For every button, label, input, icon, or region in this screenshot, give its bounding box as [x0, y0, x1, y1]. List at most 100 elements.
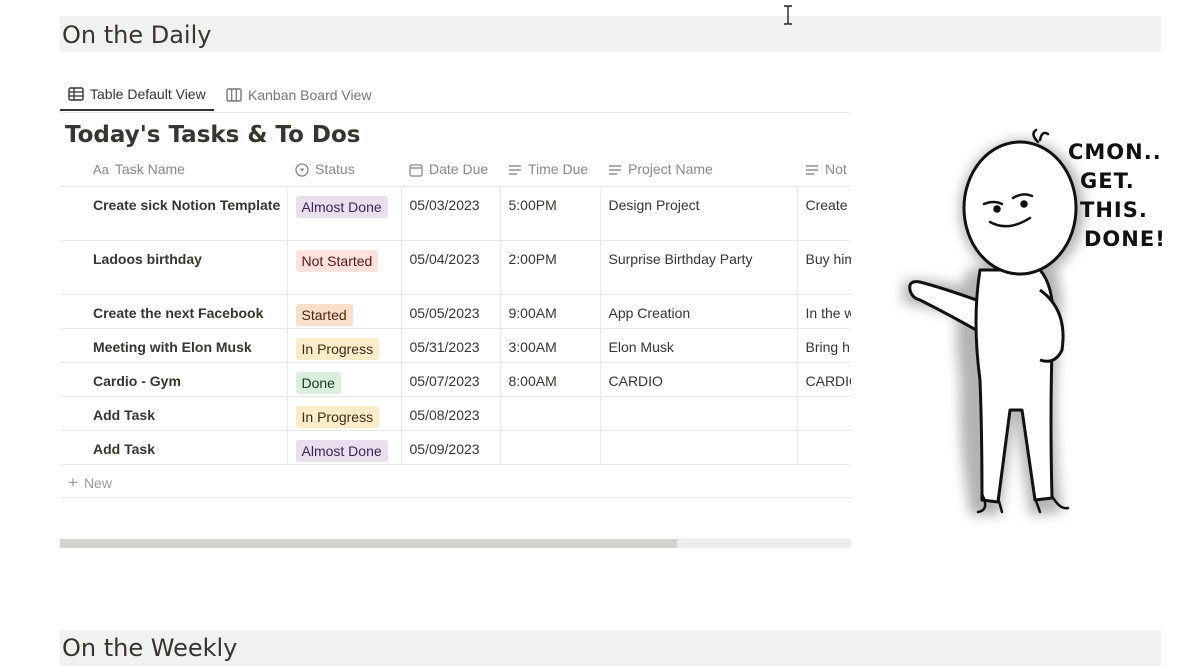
- status-cell[interactable]: Started: [287, 294, 402, 329]
- cell-text: 3:00AM: [508, 339, 557, 355]
- status-badge: Not Started: [295, 250, 379, 272]
- task-name-cell[interactable]: Add Task: [60, 430, 288, 465]
- text-cursor-icon: [784, 5, 792, 25]
- table-row[interactable]: Add Task In Progress 05/08/2023: [60, 396, 851, 431]
- speech-line: DONE!: [1084, 227, 1166, 251]
- cell-text: CARDIO: [608, 373, 663, 389]
- tab-label: Table Default View: [90, 85, 206, 102]
- text-lines-icon: [806, 165, 818, 175]
- board-icon: [226, 87, 242, 102]
- date-due-cell[interactable]: 05/09/2023: [401, 430, 501, 465]
- column-header-notes[interactable]: Not: [797, 152, 851, 187]
- cell-text: 05/04/2023: [409, 251, 480, 267]
- speech-line: THIS.: [1080, 198, 1148, 222]
- task-name-cell[interactable]: Ladoos birthday: [60, 240, 288, 295]
- notes-cell[interactable]: Buy him card: [797, 240, 851, 295]
- cell-text: Design Project: [608, 197, 700, 213]
- date-due-cell[interactable]: 05/07/2023: [401, 362, 501, 397]
- date-due-cell[interactable]: 05/08/2023: [401, 396, 501, 431]
- view-tabs: Table Default View Kanban Board View: [60, 78, 851, 113]
- cell-text: Surprise Birthday Party: [608, 251, 753, 267]
- status-icon: [295, 163, 309, 177]
- cell-text: 8:00AM: [508, 373, 557, 389]
- column-label: Date Due: [429, 160, 489, 177]
- task-name-cell[interactable]: Create sick Notion Template: [60, 186, 288, 241]
- scrollbar-thumb[interactable]: [60, 539, 677, 548]
- notes-cell[interactable]: In the w: [797, 294, 851, 329]
- horizontal-scrollbar[interactable]: [60, 539, 851, 548]
- status-badge: Done: [295, 372, 341, 394]
- time-due-cell[interactable]: 3:00AM: [500, 328, 601, 363]
- task-name-cell[interactable]: Meeting with Elon Musk: [60, 328, 288, 363]
- cell-text: Create a like no: [805, 197, 852, 213]
- speech-text: CMON.. GET. THIS. DONE!: [1068, 138, 1166, 254]
- status-badge: In Progress: [295, 406, 380, 428]
- date-due-cell[interactable]: 05/31/2023: [401, 328, 501, 363]
- cell-text: 2:00PM: [508, 251, 557, 267]
- column-header-task-name[interactable]: Aa Task Name: [60, 152, 287, 187]
- table-row[interactable]: Cardio - Gym Done 05/07/2023 8:00AM CARDIO CA…: [60, 362, 852, 397]
- task-name-cell[interactable]: Create the next Facebook: [60, 294, 288, 329]
- text-lines-icon: [609, 165, 621, 175]
- page-heading-weekly: On the Weekly: [60, 630, 1161, 666]
- cell-text: Cardio - Gym: [93, 373, 181, 389]
- cell-text: Meeting with Elon Musk: [93, 339, 252, 355]
- project-name-cell[interactable]: App Creation: [600, 294, 798, 329]
- cell-text: 9:00AM: [508, 305, 557, 321]
- notes-cell[interactable]: [797, 430, 851, 465]
- cell-text: Add Task: [93, 441, 155, 457]
- status-cell[interactable]: Not Started: [287, 240, 402, 295]
- time-due-cell[interactable]: [500, 396, 601, 431]
- project-name-cell[interactable]: Elon Musk: [600, 328, 798, 363]
- project-name-cell[interactable]: Design Project: [600, 186, 798, 241]
- project-name-cell[interactable]: [600, 396, 798, 431]
- new-row-button[interactable]: + New: [60, 468, 851, 498]
- task-name-cell[interactable]: Cardio - Gym: [60, 362, 288, 397]
- column-header-time-due[interactable]: Time Due: [500, 152, 600, 187]
- project-name-cell[interactable]: [600, 430, 798, 465]
- task-name-cell[interactable]: Add Task: [60, 396, 288, 431]
- column-header-status[interactable]: Status: [287, 152, 401, 187]
- date-due-cell[interactable]: 05/05/2023: [401, 294, 501, 329]
- time-due-cell[interactable]: [500, 430, 601, 465]
- time-due-cell[interactable]: 9:00AM: [500, 294, 601, 329]
- status-badge: Almost Done: [295, 440, 388, 462]
- table-row[interactable]: Create the next Facebook Started 05/05/202…: [60, 294, 851, 329]
- table-row[interactable]: Add Task Almost Done 05/09/2023: [60, 430, 851, 465]
- status-cell[interactable]: In Progress: [287, 396, 402, 431]
- text-aa-icon: Aa: [93, 162, 109, 178]
- table-icon: [68, 86, 84, 101]
- cell-text: CARDIO: [805, 373, 852, 389]
- cell-text: 05/31/2023: [409, 339, 480, 355]
- table-row[interactable]: Create sick Notion Template Almost Done 05…: [60, 186, 852, 241]
- status-cell[interactable]: Done: [287, 362, 402, 397]
- status-cell[interactable]: Almost Done: [287, 186, 402, 241]
- table-row[interactable]: Meeting with Elon Musk In Progress 05/31/2…: [60, 328, 851, 363]
- date-due-cell[interactable]: 05/03/2023: [401, 186, 501, 241]
- status-cell[interactable]: In Progress: [287, 328, 402, 363]
- cell-text: 5:00PM: [508, 197, 557, 213]
- tab-kanban-board-view[interactable]: Kanban Board View: [218, 78, 380, 111]
- status-cell[interactable]: Almost Done: [287, 430, 402, 465]
- column-header-date-due[interactable]: Date Due: [401, 152, 500, 187]
- cell-text: Bring h: [805, 339, 850, 355]
- notes-cell[interactable]: [797, 396, 851, 431]
- status-badge: In Progress: [295, 338, 380, 360]
- notes-cell[interactable]: Bring h: [797, 328, 851, 363]
- notes-cell[interactable]: Create a like no: [797, 186, 852, 241]
- cell-text: Add Task: [93, 407, 155, 423]
- time-due-cell[interactable]: 8:00AM: [500, 362, 601, 397]
- column-header-project-name[interactable]: Project Name: [600, 152, 797, 187]
- time-due-cell[interactable]: 5:00PM: [500, 186, 601, 241]
- project-name-cell[interactable]: Surprise Birthday Party: [600, 240, 798, 295]
- date-due-cell[interactable]: 05/04/2023: [401, 240, 501, 295]
- table-row[interactable]: Ladoos birthday Not Started 05/04/2023 2:00…: [60, 240, 851, 295]
- database-title[interactable]: Today's Tasks & To Dos: [65, 122, 360, 148]
- page-heading-daily: On the Daily: [60, 16, 1161, 52]
- tab-table-default-view[interactable]: Table Default View: [60, 78, 214, 111]
- notes-cell[interactable]: CARDIO: [797, 362, 852, 397]
- project-name-cell[interactable]: CARDIO: [600, 362, 798, 397]
- cell-text: 05/07/2023: [409, 373, 480, 389]
- cell-text: Create sick Notion Template: [93, 197, 281, 213]
- time-due-cell[interactable]: 2:00PM: [500, 240, 601, 295]
